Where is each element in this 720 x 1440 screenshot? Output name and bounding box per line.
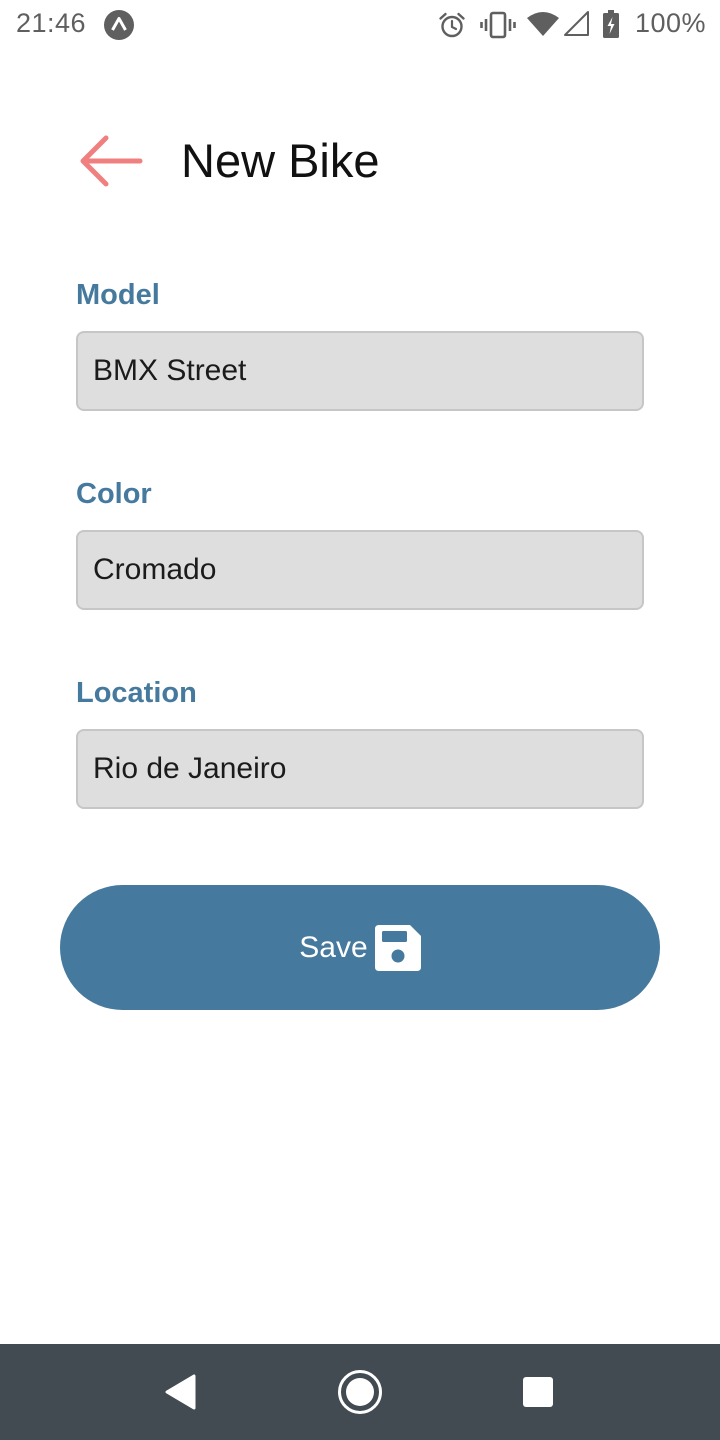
battery-percentage: 100% — [635, 8, 707, 38]
battery-charging-icon — [603, 10, 619, 38]
save-button[interactable]: Save — [60, 885, 660, 1010]
model-label: Model — [76, 279, 160, 311]
location-input[interactable] — [76, 729, 644, 809]
nav-home-icon — [338, 1370, 382, 1414]
navigation-bar — [0, 1344, 720, 1440]
nav-home-button[interactable] — [336, 1368, 384, 1416]
nav-back-button[interactable] — [160, 1371, 202, 1413]
save-label: Save — [299, 930, 368, 964]
nav-back-icon — [165, 1374, 196, 1410]
nav-recents-button[interactable] — [520, 1374, 556, 1410]
color-label: Color — [76, 478, 152, 510]
status-bar: 21:46 100% — [0, 0, 720, 50]
alarm-icon — [439, 12, 465, 38]
status-time: 21:46 — [16, 8, 87, 38]
location-label: Location — [76, 677, 197, 709]
floppy-disk-icon — [374, 924, 421, 971]
signal-icon — [564, 11, 589, 36]
back-button[interactable] — [74, 130, 146, 192]
vibrate-icon — [480, 11, 516, 39]
color-input[interactable] — [76, 530, 644, 610]
nav-recents-icon — [523, 1377, 553, 1407]
wifi-icon — [527, 12, 559, 36]
app-notification-icon — [104, 10, 134, 40]
model-input[interactable] — [76, 331, 644, 411]
arrow-left-icon — [80, 135, 143, 187]
page-title: New Bike — [181, 134, 380, 187]
